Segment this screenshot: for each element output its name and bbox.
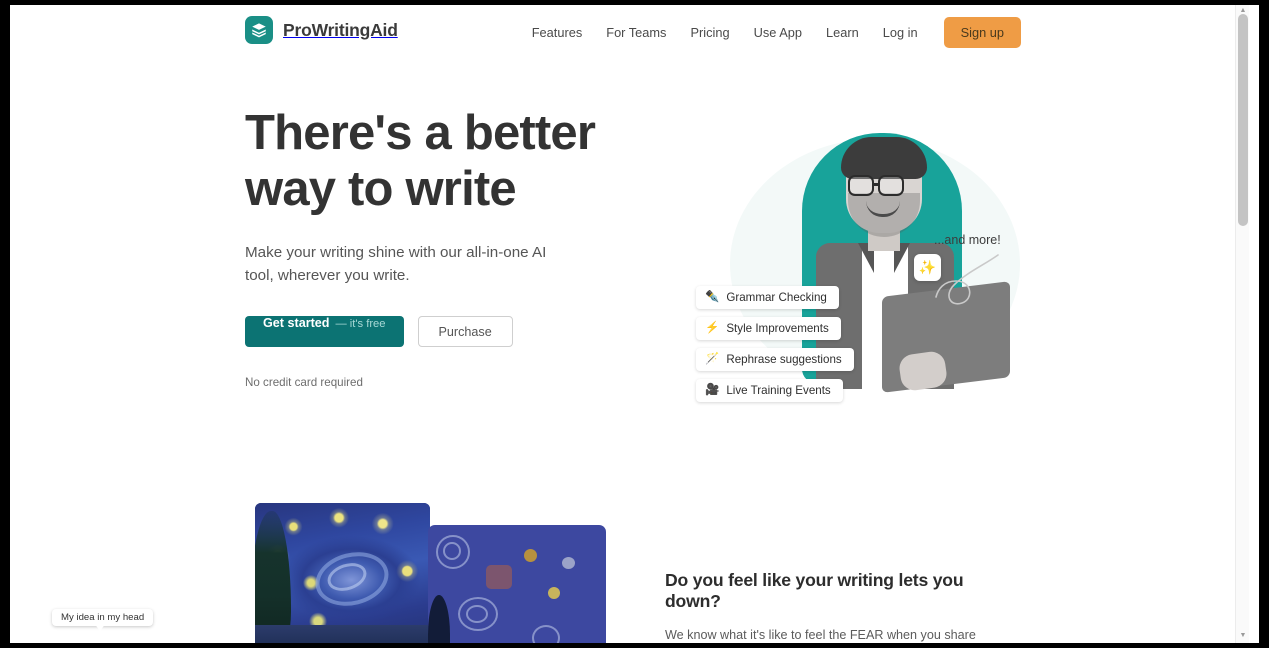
hero-copy: There's a better way to write Make your … <box>245 105 675 389</box>
crude-star-3 <box>548 587 560 599</box>
crude-cypress-tree <box>428 595 450 643</box>
lower-section-body: We know what it's like to feel the FEAR … <box>665 628 976 642</box>
purchase-button[interactable]: Purchase <box>417 316 513 347</box>
glasses-lens-left <box>848 175 874 196</box>
nav-item-learn[interactable]: Learn <box>814 20 871 45</box>
crude-star-2 <box>562 557 575 569</box>
badge-grammar-checking: ✒️ Grammar Checking <box>696 286 839 309</box>
badge-style-improvements: ⚡ Style Improvements <box>696 317 841 340</box>
lower-copy: Do you feel like your writing lets you d… <box>665 570 1017 643</box>
scroll-down-arrow-icon[interactable]: ▼ <box>1239 632 1247 640</box>
person-hair <box>841 137 927 179</box>
crude-blot <box>486 565 512 589</box>
site-header: ProWritingAid Features For Teams Pricing… <box>10 5 1249 61</box>
get-started-suffix: — it's free <box>335 318 386 330</box>
nav-item-features[interactable]: Features <box>520 20 595 45</box>
callout-loop-icon <box>935 254 999 305</box>
book-pages-icon <box>245 16 273 44</box>
magic-wand-icon: 🪄 <box>705 352 720 365</box>
and-more-callout: ...and more! <box>934 233 1001 247</box>
brand-name: ProWritingAid <box>283 19 398 40</box>
lower-section-title: Do you feel like your writing lets you d… <box>665 570 964 611</box>
browser-frame: ProWritingAid Features For Teams Pricing… <box>0 0 1269 648</box>
lower-section: My idea in my head Do you feel like your… <box>10 491 1249 643</box>
badge-rephrase-suggestions: 🪄 Rephrase suggestions <box>696 348 854 371</box>
glasses-bridge <box>874 183 880 186</box>
idea-label-pointer <box>94 623 106 631</box>
video-camera-icon: 🎥 <box>705 383 720 396</box>
starry-night-original-image <box>255 503 430 643</box>
get-started-label: Get started <box>263 316 330 330</box>
feature-badge-list: ✒️ Grammar Checking ⚡ Style Improvements… <box>696 286 854 402</box>
hero-subtitle: Make your writing shine with our all-in-… <box>245 244 547 284</box>
browser-viewport: ProWritingAid Features For Teams Pricing… <box>10 5 1259 643</box>
badge-label: Live Training Events <box>726 384 831 397</box>
nav-item-pricing[interactable]: Pricing <box>678 20 741 45</box>
nav-item-for-teams[interactable]: For Teams <box>594 20 678 45</box>
hero-illustration: ✨ ...and more! ✒️ Grammar Checking ⚡ Sty… <box>670 111 1070 451</box>
hero-section: There's a better way to write Make your … <box>10 61 1249 491</box>
crude-swirl-5 <box>532 625 560 643</box>
page-content: ProWritingAid Features For Teams Pricing… <box>10 5 1249 643</box>
pen-icon: ✒️ <box>705 290 720 303</box>
badge-live-training-events: 🎥 Live Training Events <box>696 379 843 402</box>
brand-logo-link[interactable]: ProWritingAid <box>245 16 398 44</box>
get-started-button[interactable]: Get started — it's free <box>245 316 404 347</box>
hero-title: There's a better way to write <box>245 106 596 216</box>
village-silhouette <box>255 625 430 643</box>
page-scrollbar[interactable]: ▲ ▼ <box>1235 5 1249 643</box>
glasses-lens-right <box>878 175 904 196</box>
crude-swirl-4 <box>466 605 488 623</box>
crude-star-1 <box>524 549 537 562</box>
starry-night-crude-copy-image <box>428 525 606 643</box>
hero-cta-group: Get started — it's free Purchase <box>245 316 675 347</box>
main-navigation: Features For Teams Pricing Use App Learn… <box>520 17 1021 48</box>
scrollbar-thumb[interactable] <box>1238 14 1248 226</box>
lightning-icon: ⚡ <box>705 321 720 334</box>
sign-up-button[interactable]: Sign up <box>943 17 1021 48</box>
badge-label: Rephrase suggestions <box>726 353 842 366</box>
badge-label: Grammar Checking <box>726 291 827 304</box>
crude-swirl-2 <box>443 542 461 560</box>
badge-label: Style Improvements <box>726 322 829 335</box>
nav-item-log-in[interactable]: Log in <box>871 20 930 45</box>
no-credit-card-note: No credit card required <box>245 376 363 389</box>
nav-item-use-app[interactable]: Use App <box>742 20 814 45</box>
